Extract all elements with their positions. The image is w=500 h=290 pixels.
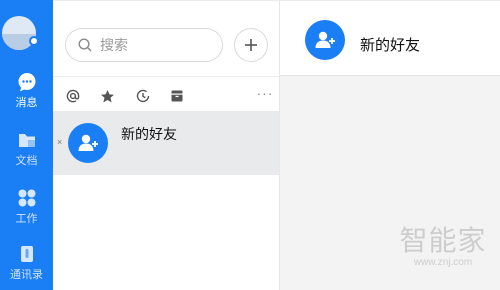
filter-bar: ··· — [53, 85, 279, 107]
nav-item-work[interactable]: 工作 — [0, 186, 53, 232]
filter-archive[interactable] — [168, 87, 186, 105]
session-item-new-friends[interactable]: × 新的好友 — [53, 111, 279, 175]
chat-title: 新的好友 — [360, 37, 421, 54]
nav-label-contacts: 通讯录 — [10, 269, 43, 281]
contacts-icon — [20, 246, 33, 262]
star-icon — [100, 89, 114, 102]
nav-item-messages[interactable]: 消息 — [0, 70, 53, 116]
grid-icon — [18, 189, 35, 207]
filter-starred[interactable] — [98, 87, 116, 105]
search-icon — [78, 38, 92, 52]
search-box[interactable] — [65, 28, 223, 62]
folder-icon — [18, 134, 35, 147]
chat-bubble-icon — [18, 73, 35, 92]
filter-recent[interactable] — [134, 87, 152, 105]
clock-icon — [136, 89, 150, 103]
session-pane: ··· × 新的好友 — [53, 1, 280, 290]
session-name: 新的好友 — [121, 126, 177, 142]
nav-item-contacts[interactable]: 通讯录 — [0, 242, 53, 288]
watermark-url: www.znj.com — [413, 257, 473, 268]
chat-header: 新的好友 — [280, 1, 500, 76]
nav-rail: 消息 文档 工作 通讯录 — [0, 0, 53, 290]
plus-icon — [245, 39, 257, 51]
nav-item-docs[interactable]: 文档 — [0, 128, 53, 174]
nav-label-messages: 消息 — [15, 97, 38, 109]
add-friend-icon — [78, 134, 98, 151]
nav-label-work: 工作 — [15, 213, 38, 225]
archive-icon — [171, 90, 183, 102]
filter-mentions[interactable] — [64, 87, 82, 105]
at-icon — [66, 89, 80, 103]
chat-avatar[interactable] — [305, 20, 345, 60]
more-options[interactable]: ··· — [256, 85, 274, 103]
nav-label-docs: 文档 — [15, 155, 38, 167]
avatar-status-badge — [29, 36, 39, 46]
watermark: 智能家 www.znj.com — [388, 225, 498, 269]
add-button[interactable] — [234, 28, 268, 62]
session-avatar — [68, 123, 108, 163]
search-input[interactable] — [100, 37, 210, 53]
close-session[interactable]: × — [57, 137, 62, 147]
add-friend-icon — [315, 31, 335, 48]
watermark-title: 智能家 — [399, 225, 487, 256]
pane-divider — [53, 76, 279, 77]
